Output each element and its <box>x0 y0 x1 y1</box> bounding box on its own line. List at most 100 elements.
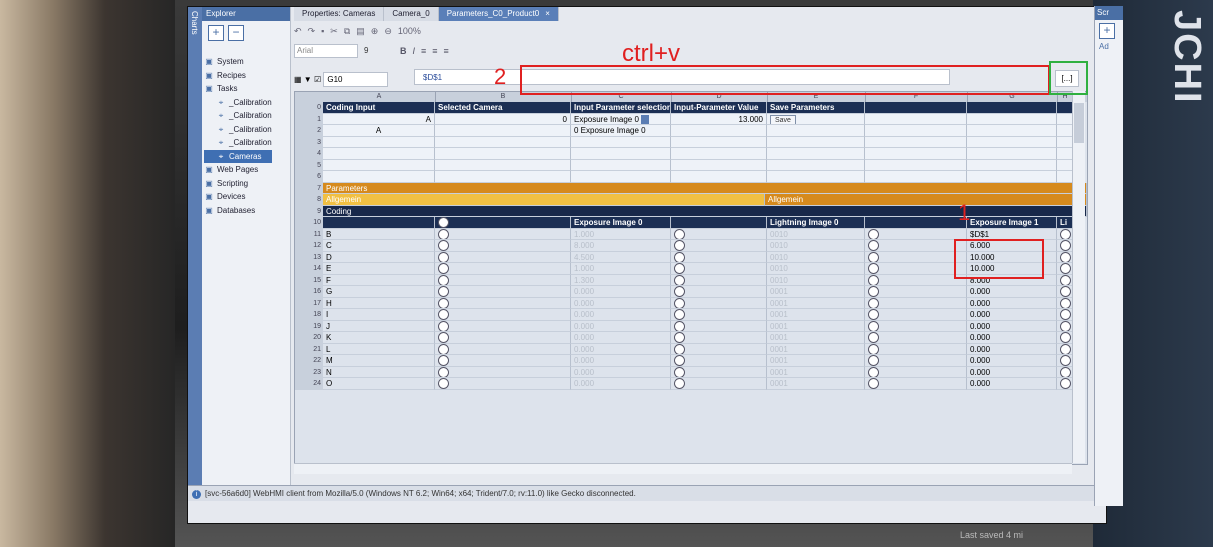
table-cell[interactable] <box>767 136 865 148</box>
table-cell[interactable]: 0001 <box>767 297 865 309</box>
radio-button[interactable] <box>674 240 685 251</box>
table-cell[interactable] <box>865 297 967 309</box>
row-number[interactable]: 9 <box>295 205 323 217</box>
bold-button[interactable]: B <box>400 46 407 56</box>
table-cell[interactable]: 0001 <box>767 320 865 332</box>
tab[interactable]: Properties: Cameras <box>294 7 385 21</box>
table-cell[interactable] <box>1057 378 1073 390</box>
table-cell[interactable] <box>671 171 767 183</box>
table-cell[interactable] <box>671 125 767 137</box>
table-cell[interactable]: 0.000 <box>571 366 671 378</box>
table-cell[interactable] <box>323 217 435 229</box>
table-cell[interactable]: 0001 <box>767 332 865 344</box>
charts-strip[interactable]: Charts <box>188 7 202 485</box>
table-cell[interactable] <box>1057 102 1073 114</box>
table-cell[interactable] <box>967 125 1057 137</box>
table-cell[interactable] <box>1057 159 1073 171</box>
table-cell[interactable] <box>435 228 571 240</box>
table-cell[interactable] <box>435 332 571 344</box>
cut-icon[interactable]: ✂ <box>330 26 338 37</box>
radio-button[interactable] <box>1060 309 1071 320</box>
table-cell[interactable] <box>671 309 767 321</box>
table-cell[interactable] <box>571 148 671 160</box>
table-cell[interactable] <box>865 136 967 148</box>
radio-button[interactable] <box>674 297 685 309</box>
table-cell[interactable] <box>1057 286 1073 298</box>
radio-button[interactable] <box>438 274 449 286</box>
table-cell[interactable]: Parameters <box>323 182 1087 194</box>
table-cell[interactable] <box>435 136 571 148</box>
table-cell[interactable] <box>571 159 671 171</box>
grid-icon[interactable]: ▦ <box>294 75 302 84</box>
table-cell[interactable] <box>435 251 571 263</box>
radio-button[interactable] <box>674 309 685 320</box>
table-cell[interactable]: 0.000 <box>571 378 671 390</box>
row-number[interactable]: 22 <box>295 355 323 367</box>
table-cell[interactable]: L <box>323 343 435 355</box>
table-cell[interactable]: 0001 <box>767 343 865 355</box>
table-cell[interactable]: G <box>323 286 435 298</box>
table-cell[interactable]: Exposure Image 0 <box>571 113 671 125</box>
table-cell[interactable] <box>865 251 967 263</box>
right-add-button[interactable]: + <box>1099 23 1115 39</box>
table-cell[interactable]: 1.000 <box>571 228 671 240</box>
table-cell[interactable]: 0010 <box>767 263 865 275</box>
radio-button[interactable] <box>674 355 685 366</box>
table-cell[interactable]: 0.000 <box>967 355 1057 367</box>
filter-icon[interactable]: ▼ <box>304 75 312 84</box>
table-cell[interactable] <box>671 378 767 390</box>
table-cell[interactable] <box>435 240 571 252</box>
row-number[interactable]: 1 <box>295 113 323 125</box>
table-cell[interactable] <box>671 355 767 367</box>
align-right-icon[interactable]: ≡ <box>444 46 449 56</box>
table-cell[interactable]: Li <box>1057 217 1073 229</box>
table-cell[interactable]: A <box>323 113 435 125</box>
table-cell[interactable]: 0010 <box>767 274 865 286</box>
table-cell[interactable]: 0.000 <box>571 343 671 355</box>
font-select[interactable]: Arial <box>294 44 358 58</box>
table-cell[interactable] <box>967 113 1057 125</box>
table-cell[interactable] <box>1057 171 1073 183</box>
table-cell[interactable]: 0.000 <box>967 378 1057 390</box>
table-cell[interactable] <box>1057 274 1073 286</box>
table-cell[interactable]: Exposure Image 0 <box>571 217 671 229</box>
radio-button[interactable] <box>674 320 685 332</box>
table-cell[interactable] <box>435 378 571 390</box>
table-cell[interactable] <box>435 217 571 229</box>
table-cell[interactable] <box>767 159 865 171</box>
table-cell[interactable] <box>1057 240 1073 252</box>
radio-button[interactable] <box>868 297 879 309</box>
radio-button[interactable] <box>868 274 879 286</box>
radio-button[interactable] <box>1060 332 1071 343</box>
table-cell[interactable] <box>1057 343 1073 355</box>
radio-button[interactable] <box>438 366 449 378</box>
table-cell[interactable]: H <box>323 297 435 309</box>
table-cell[interactable]: Exposure Image 1 <box>967 217 1057 229</box>
tree-item[interactable]: ⌖ Cameras <box>204 149 272 163</box>
table-cell[interactable] <box>865 159 967 171</box>
radio-button[interactable] <box>1060 286 1071 297</box>
font-size-select[interactable]: 9 <box>364 45 394 57</box>
radio-button[interactable] <box>868 240 879 251</box>
row-number[interactable]: 14 <box>295 263 323 275</box>
table-cell[interactable]: A <box>323 125 435 137</box>
table-cell[interactable]: M <box>323 355 435 367</box>
radio-button[interactable] <box>868 332 879 343</box>
row-number[interactable]: 4 <box>295 148 323 160</box>
table-cell[interactable]: 0.000 <box>967 366 1057 378</box>
tab[interactable]: Parameters_C0_Product0 × <box>438 7 559 21</box>
table-cell[interactable] <box>671 228 767 240</box>
save-button[interactable]: Save <box>770 114 796 125</box>
table-cell[interactable]: C <box>323 240 435 252</box>
table-cell[interactable] <box>1057 297 1073 309</box>
radio-button[interactable] <box>1060 274 1071 286</box>
table-cell[interactable] <box>671 136 767 148</box>
table-cell[interactable] <box>671 274 767 286</box>
table-cell[interactable]: Coding <box>323 205 1087 217</box>
table-cell[interactable]: 0001 <box>767 366 865 378</box>
table-cell[interactable]: E <box>323 263 435 275</box>
table-cell[interactable]: 0.000 <box>967 309 1057 321</box>
table-cell[interactable] <box>671 217 767 229</box>
table-cell[interactable]: Save <box>767 113 865 125</box>
table-cell[interactable]: 0001 <box>767 286 865 298</box>
